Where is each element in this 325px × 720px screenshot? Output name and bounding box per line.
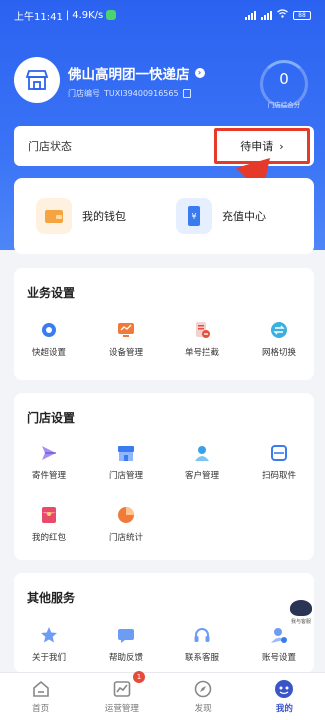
tab-home[interactable]: 首页	[0, 673, 81, 720]
customer-service-float-button[interactable]: 我与客服	[283, 600, 319, 636]
store-status-button[interactable]: 待申请 ›	[214, 128, 310, 164]
wallet-icon	[36, 198, 72, 234]
chevron-right-icon: ›	[279, 139, 284, 153]
tab-discover[interactable]: 发现	[163, 673, 244, 720]
status-speed: 4.9K/s	[72, 9, 104, 21]
store-id: 门店编号 TUXI39400916565	[68, 88, 191, 99]
wallet-card: 我的钱包 ¥ 充值中心	[14, 178, 314, 254]
tab-operations[interactable]: 运营管理	[81, 673, 162, 720]
headset-icon	[192, 625, 212, 645]
menu-item[interactable]: 我的红包	[14, 505, 84, 543]
menu-item[interactable]: 门店统计	[91, 505, 161, 543]
store-icon	[116, 443, 136, 463]
red-packet-icon	[39, 505, 59, 525]
notification-badge: 1	[133, 671, 145, 683]
menu-item[interactable]: 寄件管理	[14, 443, 84, 481]
chart-icon	[112, 679, 132, 699]
profile-icon	[274, 679, 294, 699]
menu-item[interactable]: 网格切换	[244, 320, 314, 358]
customer-icon	[192, 443, 212, 463]
business-settings-title: 业务设置	[27, 286, 76, 300]
copy-icon[interactable]	[182, 89, 191, 98]
menu-item[interactable]: 设备管理	[91, 320, 161, 358]
menu-item[interactable]: 单号拦截	[167, 320, 237, 358]
status-time: 上午11:41	[14, 11, 63, 23]
compass-icon	[193, 679, 213, 699]
menu-item[interactable]: 帮助反馈	[91, 625, 161, 663]
send-icon	[39, 443, 59, 463]
menu-item[interactable]: 关于我们	[14, 625, 84, 663]
phone-block-icon	[192, 320, 212, 340]
store-settings-card: 门店设置 寄件管理 门店管理 客户管理 扫码取件 我的红包 门店统计	[14, 393, 314, 560]
menu-item[interactable]: 快超设置	[14, 320, 84, 358]
feedback-icon	[116, 625, 136, 645]
recharge-icon: ¥	[176, 198, 212, 234]
svg-text:¥: ¥	[191, 212, 196, 221]
my-wallet-button[interactable]: 我的钱包	[36, 198, 126, 234]
monitor-icon	[116, 320, 136, 340]
other-services-title: 其他服务	[27, 591, 76, 605]
wifi-icon	[277, 9, 288, 21]
menu-item[interactable]: 门店管理	[91, 443, 161, 481]
recharge-center-button[interactable]: ¥ 充值中心	[176, 198, 266, 234]
signal-icon-2	[261, 10, 272, 20]
store-settings-title: 门店设置	[27, 411, 76, 425]
store-status-label: 门店状态	[28, 140, 72, 153]
store-score: 0	[279, 70, 289, 88]
tab-mine[interactable]: 我的	[244, 673, 325, 720]
shop-icon	[25, 70, 49, 90]
store-score-label: 门店综合分	[267, 101, 301, 109]
menu-item[interactable]: 联系客服	[167, 625, 237, 663]
swap-icon	[269, 320, 289, 340]
business-settings-card: 业务设置 快超设置 设备管理 单号拦截 网格切换	[14, 268, 314, 380]
store-avatar	[14, 57, 60, 103]
other-services-card: 其他服务 关于我们 帮助反馈 联系客服 账号设置	[14, 573, 314, 673]
scan-icon	[269, 443, 289, 463]
menu-item[interactable]: 扫码取件	[244, 443, 314, 481]
chevron-right-icon: ›	[194, 68, 205, 78]
battery-icon: 88	[293, 10, 311, 20]
signal-icon	[245, 10, 256, 20]
bottom-tab-bar: 首页 运营管理 发现 我的 1	[0, 671, 325, 720]
store-name[interactable]: 佛山高明团一快递店 ›	[68, 63, 205, 83]
store-status-card: 门店状态 待申请 ›	[14, 126, 314, 166]
message-app-icon	[106, 10, 117, 20]
gear-icon	[39, 320, 59, 340]
star-icon	[39, 625, 59, 645]
pie-chart-icon	[116, 505, 136, 525]
home-icon	[31, 679, 51, 699]
menu-item[interactable]: 客户管理	[167, 443, 237, 481]
mascot-icon	[290, 600, 312, 616]
status-bar: 上午11:41 | 4.9K/s 88	[0, 0, 325, 30]
